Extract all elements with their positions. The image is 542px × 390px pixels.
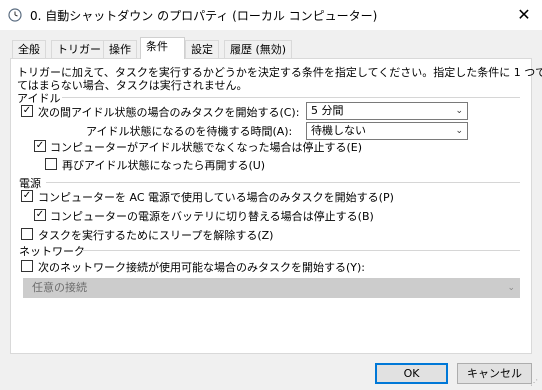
tab-actions[interactable]: 操作	[103, 40, 137, 58]
idle-group-divider	[62, 97, 520, 98]
tab-history[interactable]: 履歴 (無効)	[224, 40, 293, 58]
wait-for-idle-select[interactable]: 待機しない ⌄	[306, 122, 468, 140]
wait-for-idle-value: 待機しない	[311, 124, 366, 137]
stop-on-battery-checkbox[interactable]: ✓	[34, 209, 46, 221]
chevron-down-icon: ⌄	[455, 106, 463, 116]
resize-grip-icon[interactable]: ⋰	[530, 378, 540, 388]
cancel-button[interactable]: キャンセル	[457, 363, 532, 384]
stop-on-battery-label: コンピューターの電源をバッテリに切り替える場合は停止する(B)	[50, 210, 374, 223]
start-if-network-checkbox[interactable]	[21, 260, 33, 272]
ok-button[interactable]: OK	[375, 363, 448, 384]
ac-only-checkbox[interactable]: ✓	[21, 190, 33, 202]
chevron-down-icon: ⌄	[455, 126, 463, 136]
idle-duration-select[interactable]: 5 分間 ⌄	[306, 102, 468, 120]
wake-to-run-checkbox[interactable]	[21, 228, 33, 240]
tab-general[interactable]: 全般	[12, 40, 46, 58]
start-only-if-idle-label: 次の間アイドル状態の場合のみタスクを開始する(C):	[38, 106, 300, 119]
wait-for-idle-label: アイドル状態になるのを待機する時間(A):	[86, 125, 293, 138]
idle-duration-value: 5 分間	[311, 104, 344, 117]
network-group-divider	[82, 250, 520, 251]
wake-to-run-label: タスクを実行するためにスリープを解除する(Z)	[38, 229, 274, 242]
network-group-label: ネットワーク	[19, 245, 85, 258]
power-group-divider	[46, 182, 520, 183]
restart-if-idle-label: 再びアイドル状態になったら再開する(U)	[62, 159, 266, 172]
restart-if-idle-checkbox[interactable]	[45, 158, 57, 170]
tab-triggers[interactable]: トリガー	[51, 40, 107, 58]
chevron-down-icon: ⌄	[507, 283, 515, 293]
network-connection-value: 任意の接続	[32, 281, 87, 294]
window-title: 0. 自動シャットダウン のプロパティ (ローカル コンピューター)	[30, 9, 378, 23]
network-connection-select[interactable]: 任意の接続 ⌄	[23, 278, 520, 298]
start-only-if-idle-checkbox[interactable]: ✓	[21, 105, 33, 117]
stop-if-not-idle-label: コンピューターがアイドル状態でなくなった場合は停止する(E)	[50, 141, 362, 154]
tab-settings[interactable]: 設定	[185, 40, 219, 58]
start-if-network-label: 次のネットワーク接続が使用可能な場合のみタスクを開始する(Y):	[38, 261, 366, 274]
tab-conditions[interactable]: 条件	[140, 37, 185, 59]
ac-only-label: コンピューターを AC 電源で使用している場合のみタスクを開始する(P)	[38, 191, 394, 204]
clock-icon	[8, 8, 22, 22]
close-icon[interactable]: ✕	[513, 4, 535, 26]
stop-if-not-idle-checkbox[interactable]: ✓	[34, 140, 46, 152]
